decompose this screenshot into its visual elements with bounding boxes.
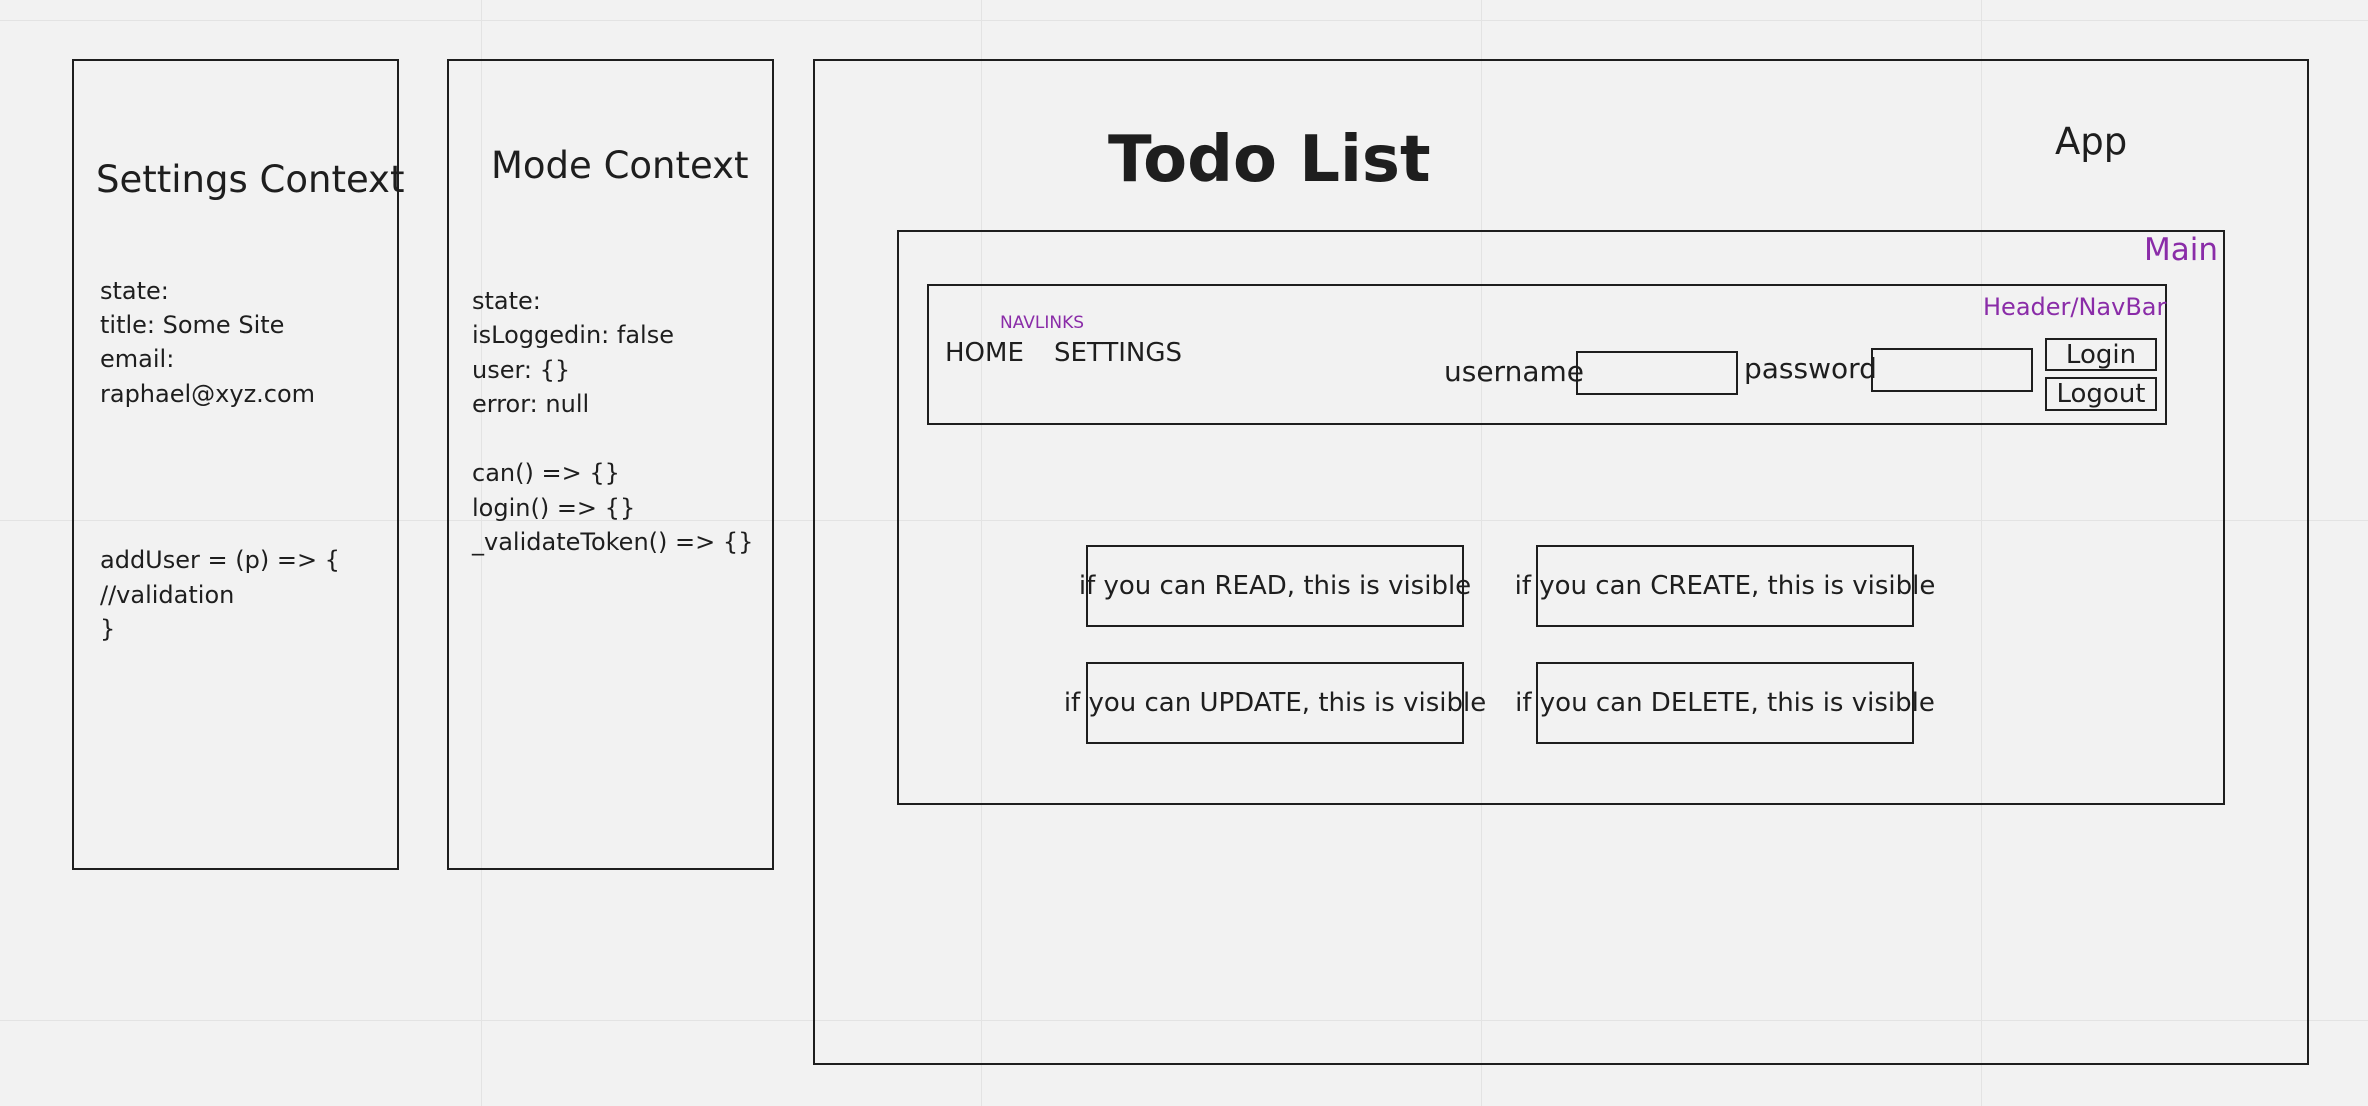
mode-context-line: _validateToken() => {}	[472, 528, 754, 556]
settings-state-line: state:	[100, 277, 169, 305]
settings-method-line: }	[100, 615, 116, 643]
login-button[interactable]: Login	[2045, 338, 2157, 371]
nav-home-link[interactable]: HOME	[945, 338, 1024, 368]
mode-context-line: login() => {}	[472, 494, 636, 522]
main-label: Main	[2144, 232, 2219, 268]
update-permission-box: if you can UPDATE, this is visible	[1064, 662, 1486, 744]
settings-state-line: email:	[100, 345, 175, 373]
settings-method-line: addUser = (p) => {	[100, 546, 340, 574]
logout-button[interactable]: Logout	[2045, 377, 2157, 411]
navlinks-label: NAVLINKS	[1000, 313, 1085, 333]
mode-context-line: user: {}	[472, 356, 571, 384]
mode-context-line: error: null	[472, 390, 590, 418]
mode-context-line: state:	[472, 287, 541, 315]
mode-context-line: isLoggedin: false	[472, 321, 674, 349]
create-permission-box: if you can CREATE, this is visible	[1515, 545, 1935, 627]
app-label: App	[2055, 120, 2128, 163]
delete-permission-box: if you can DELETE, this is visible	[1515, 662, 1935, 744]
header-navbar-label: Header/NavBar	[1983, 293, 2167, 321]
mode-context-line: can() => {}	[472, 459, 620, 487]
settings-state-line: title: Some Site	[100, 311, 285, 339]
mode-context-title: Mode Context	[491, 144, 749, 187]
settings-state-line: raphael@xyz.com	[100, 380, 316, 408]
read-permission-box: if you can READ, this is visible	[1079, 545, 1471, 627]
settings-method-line: //validation	[100, 581, 235, 609]
password-input[interactable]	[1871, 348, 2033, 392]
username-label: username	[1444, 355, 1584, 388]
nav-settings-link[interactable]: SETTINGS	[1054, 338, 1182, 368]
password-label: password	[1744, 352, 1877, 385]
settings-context-title: Settings Context	[96, 158, 405, 201]
username-input[interactable]	[1576, 351, 1738, 395]
page-title: Todo List	[1108, 123, 1431, 197]
